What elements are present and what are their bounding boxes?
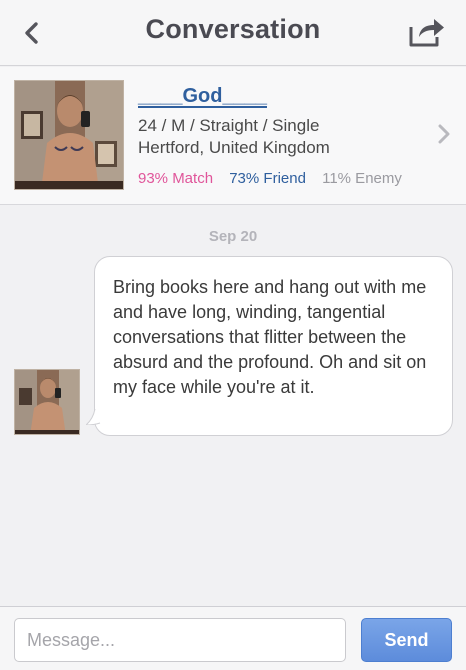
navigation-bar: Conversation <box>0 0 466 66</box>
profile-location: Hertford, United Kingdom <box>138 138 330 157</box>
send-button[interactable]: Send <box>361 618 452 662</box>
profile-summary[interactable]: ____God____ 24 / M / Straight / Single H… <box>0 67 466 205</box>
message-bubble[interactable]: Bring books here and hang out with me an… <box>86 256 453 436</box>
sender-avatar[interactable] <box>14 369 80 435</box>
message-date: Sep 20 <box>208 228 258 245</box>
profile-details: 24 / M / Straight / Single <box>138 116 320 135</box>
enemy-percentage: 11% Enemy <box>322 170 402 187</box>
chevron-right-icon <box>438 124 450 144</box>
share-icon <box>409 19 444 47</box>
page-title: Conversation <box>145 14 321 44</box>
match-stats: 93% Match 73% Friend 11% Enemy <box>138 170 414 187</box>
message-text: Bring books here and hang out with me an… <box>113 277 427 397</box>
profile-photo[interactable] <box>14 80 124 190</box>
match-percentage: 93% Match <box>138 170 214 187</box>
friend-percentage: 73% Friend <box>229 170 306 187</box>
bubble-tail <box>86 409 102 425</box>
profile-name[interactable]: ____God____ <box>138 85 414 115</box>
message-input[interactable] <box>14 618 346 662</box>
profile-info: ____God____ 24 / M / Straight / Single H… <box>138 85 414 187</box>
message-composer: Send <box>0 606 466 670</box>
share-button[interactable] <box>406 14 448 50</box>
